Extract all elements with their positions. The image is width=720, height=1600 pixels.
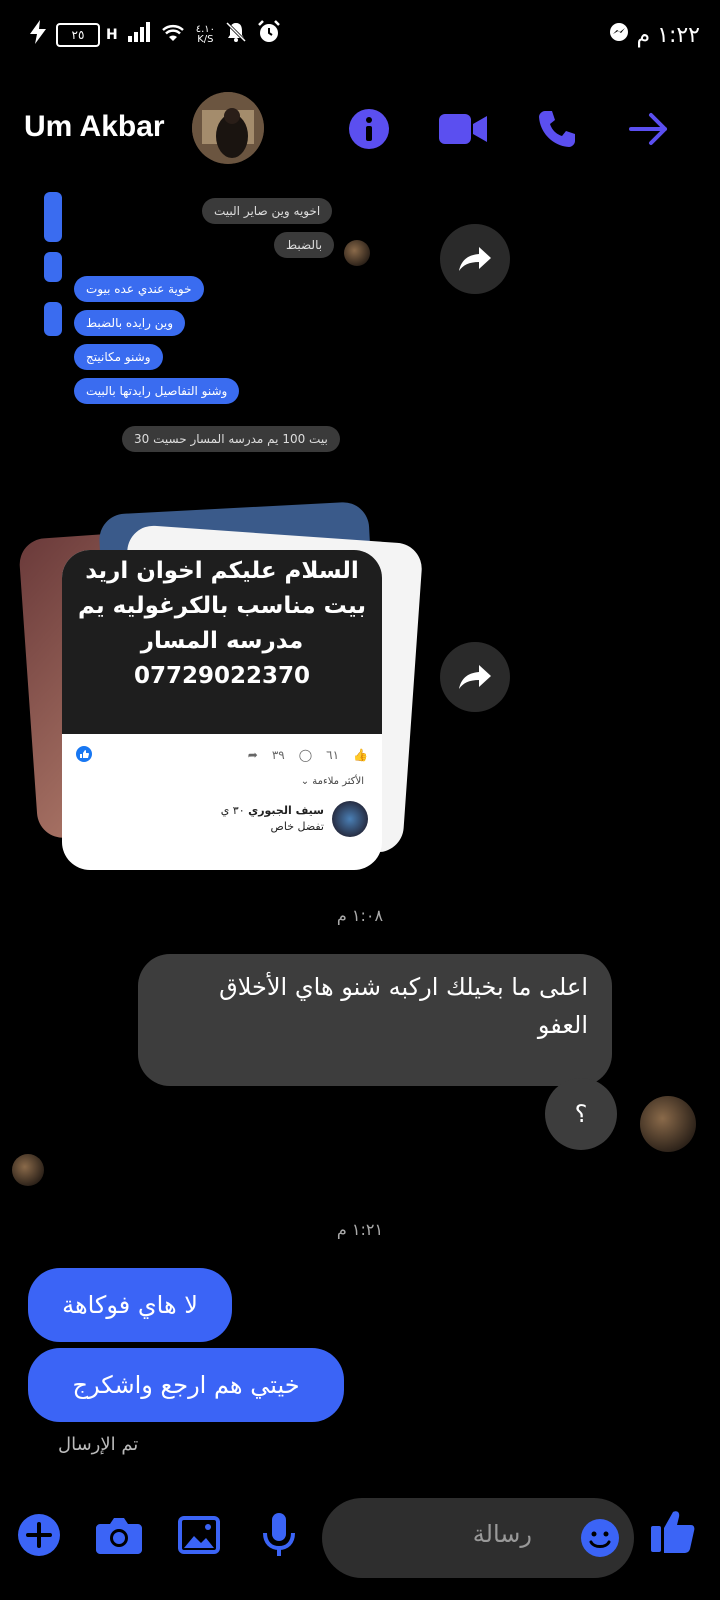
post-reactions: ➦ ٣٩ ◯ ٦١ 👍 — [62, 734, 382, 776]
battery-indicator: ٢٥ — [56, 22, 100, 47]
like-icon: 👍 — [353, 748, 368, 762]
network-type: H — [106, 26, 118, 43]
share-icon: ➦ — [247, 748, 258, 762]
video-call-button[interactable] — [438, 104, 488, 154]
sort-label-text: الأكثر ملاءمة — [312, 776, 364, 787]
emoji-button[interactable] — [580, 1518, 620, 1562]
arrow-right-icon — [629, 113, 667, 145]
incoming-message[interactable]: اعلى ما بخيلك اركبه شنو هاي الأخلاق العف… — [138, 954, 612, 1086]
message-text: العفو — [537, 1011, 588, 1039]
signal-icon — [127, 22, 150, 47]
comment-time: ٣٠ ي — [220, 804, 245, 817]
gallery-button[interactable] — [176, 1512, 222, 1558]
speed-unit: K/S — [197, 33, 214, 45]
video-camera-icon — [439, 114, 487, 144]
screenshot-message: اخويه وين صاير البيت — [202, 198, 333, 224]
voice-call-button[interactable] — [532, 104, 582, 154]
screenshot-message: بالضبط — [274, 232, 335, 258]
post-line: السلام عليكم اخوان اريد — [85, 558, 359, 584]
charging-icon — [30, 20, 46, 49]
network-speed: ٤.١٠ K/S — [195, 23, 216, 45]
screenshot-message: وشنو التفاصيل رايدتها بالبيت — [74, 378, 240, 404]
phone-icon — [539, 111, 575, 147]
voice-message-button[interactable] — [256, 1512, 302, 1558]
cropped-bubble — [44, 302, 62, 336]
comments-count: ٣٩ — [271, 748, 285, 762]
post-phone: 07729022370 — [133, 663, 311, 689]
incoming-message[interactable]: ؟ — [545, 1078, 617, 1150]
post-text: السلام عليكم اخوان اريد بيت مناسب بالكرغ… — [62, 550, 382, 734]
plus-icon — [18, 1514, 60, 1556]
messenger-notification-icon — [609, 22, 629, 48]
outgoing-message[interactable]: خيتي هم ارجع واشكرج — [28, 1348, 344, 1422]
thumbs-up-icon — [651, 1511, 695, 1553]
share-arrow-icon — [459, 247, 491, 271]
clock: ١:٢٢ م — [636, 22, 701, 48]
message-input[interactable]: رسالة — [322, 1498, 634, 1578]
post-line: بيت مناسب بالكرغوليه يم — [78, 593, 366, 619]
sort-label: الأكثر ملاءمة ⌄ — [62, 776, 382, 787]
message-text: اعلى ما بخيلك اركبه شنو هاي الأخلاق — [219, 973, 588, 1001]
comment-text: تفضل خاص — [270, 820, 324, 833]
shared-chat-screenshot[interactable]: اخويه وين صاير البيت بالضبط خوية عندي عد… — [44, 182, 344, 452]
outgoing-message[interactable]: لا هاي فوكاهة — [28, 1268, 232, 1342]
mute-notifications-icon — [225, 21, 247, 48]
cropped-bubble — [44, 252, 62, 282]
camera-button[interactable] — [96, 1512, 142, 1558]
commenter-name: سيف الجبوري — [248, 804, 324, 817]
status-icons: ٢٥ H ٤.١٠ K/S — [30, 20, 281, 49]
screenshot-avatar — [344, 240, 370, 266]
add-button[interactable] — [16, 1512, 62, 1558]
screenshot-message: بيت 100 يم مدرسه المسار حسيت 30 — [122, 426, 340, 452]
info-button[interactable] — [344, 104, 394, 154]
share-button[interactable] — [440, 224, 510, 294]
image-icon — [178, 1516, 220, 1554]
screenshot-message: وين رايده بالضبط — [74, 310, 186, 336]
sent-status: تم الإرسال — [58, 1434, 139, 1455]
camera-icon — [96, 1518, 142, 1554]
like-button[interactable] — [650, 1508, 696, 1554]
wifi-icon — [160, 22, 186, 47]
post-line: مدرسه المسار — [140, 628, 304, 654]
speed-value: ٤.١٠ — [195, 23, 216, 35]
post-comment: سيف الجبوري ٣٠ ي تفضل خاص — [62, 787, 382, 837]
read-receipt-avatar — [12, 1154, 44, 1186]
contact-small-avatar[interactable] — [640, 1096, 696, 1152]
screenshot-message: وشنو مكانيتج — [74, 344, 163, 370]
microphone-icon — [263, 1513, 295, 1556]
contact-name[interactable]: Um Akbar — [24, 110, 165, 144]
comment-body: سيف الجبوري ٣٠ ي تفضل خاص — [221, 803, 324, 835]
share-arrow-icon — [459, 665, 491, 689]
likes-count: ٦١ — [326, 748, 340, 762]
forward-button[interactable] — [624, 104, 674, 154]
info-icon — [349, 109, 389, 149]
emoji-icon — [581, 1519, 619, 1557]
chevron-down-icon: ⌄ — [300, 776, 310, 787]
timestamp: ١:٢١ م — [336, 1220, 384, 1239]
commenter-avatar — [332, 801, 368, 837]
comment-icon: ◯ — [298, 748, 313, 762]
screenshot-message: خوية عندي عده بيوت — [74, 276, 204, 302]
share-button[interactable] — [440, 642, 510, 712]
message-placeholder: رسالة — [472, 1520, 532, 1548]
timestamp: ١:٠٨ م — [336, 906, 384, 925]
facebook-like-badge-icon — [76, 745, 92, 765]
shared-post-image[interactable]: السلام عليكم اخوان اريد بيت مناسب بالكرغ… — [62, 550, 382, 870]
status-time-group: ١:٢٢ م — [609, 22, 701, 48]
status-bar: ٢٥ H ٤.١٠ K/S ١:٢٢ م — [0, 0, 720, 70]
contact-avatar[interactable] — [192, 92, 264, 164]
alarm-icon — [257, 20, 281, 49]
cropped-bubble — [44, 192, 62, 242]
